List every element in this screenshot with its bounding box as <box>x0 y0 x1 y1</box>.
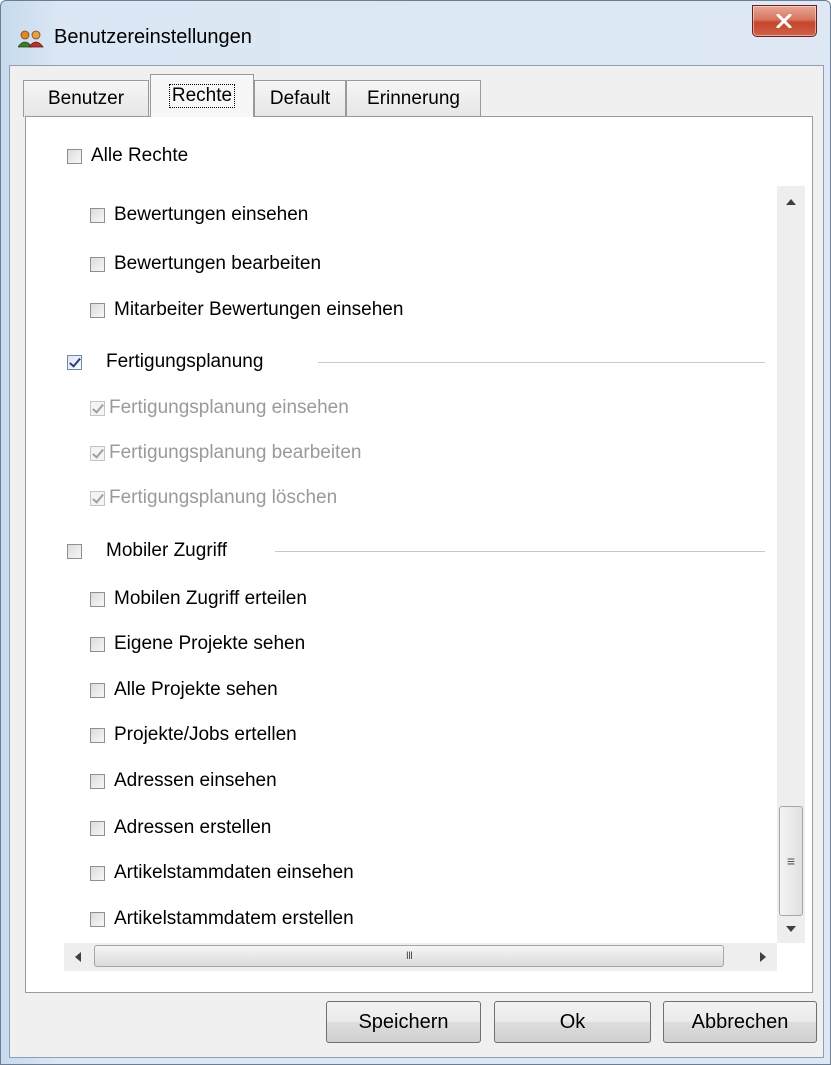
fertigungsplanung-group-checkbox[interactable]: Fertigungsplanung <box>67 348 263 376</box>
vertical-scrollbar[interactable]: ≡ <box>777 186 805 943</box>
checkbox-label: Artikelstammdatem erstellen <box>114 908 354 929</box>
tab-benutzer[interactable]: Benutzer <box>23 80 149 117</box>
all-rights-label: Alle Rechte <box>91 145 189 166</box>
bewertungen-einsehen-checkbox[interactable]: Bewertungen einsehen <box>90 201 308 229</box>
checkbox-label: Artikelstammdaten einsehen <box>114 862 354 883</box>
group-divider <box>275 551 765 552</box>
eigene-projekte-checkbox[interactable]: Eigene Projekte sehen <box>90 630 305 658</box>
group-label: Mobiler Zugriff <box>106 540 228 561</box>
checkbox-box <box>90 490 105 506</box>
tab-default[interactable]: Default <box>254 80 346 117</box>
thumb-grip: III <box>405 950 413 962</box>
checkbox-box[interactable] <box>67 354 82 370</box>
checkbox-box[interactable] <box>90 911 105 927</box>
tab-rechte[interactable]: Rechte <box>150 74 254 117</box>
cancel-button-label: Abbrechen <box>691 1010 789 1033</box>
checkbox-box <box>90 400 105 416</box>
mobilen-zugriff-erteilen-checkbox[interactable]: Mobilen Zugriff erteilen <box>90 585 307 613</box>
checkbox-box[interactable] <box>90 591 105 607</box>
fertigungsplanung-bearbeiten-checkbox: Fertigungsplanung bearbeiten <box>90 439 361 467</box>
fertigungsplanung-loeschen-checkbox: Fertigungsplanung löschen <box>90 484 337 512</box>
arrow-down-icon <box>786 926 796 932</box>
close-button[interactable] <box>752 5 817 37</box>
checkbox-label: Fertigungsplanung einsehen <box>109 397 349 418</box>
checkbox-label: Fertigungsplanung löschen <box>109 487 338 508</box>
checkbox-label: Adressen erstellen <box>114 817 272 838</box>
horizontal-scroll-thumb[interactable]: III <box>94 945 724 967</box>
users-icon <box>17 30 44 48</box>
checkbox-box[interactable] <box>67 148 82 164</box>
group-divider <box>318 362 765 363</box>
bewertungen-bearbeiten-checkbox[interactable]: Bewertungen bearbeiten <box>90 250 321 278</box>
checkbox-box[interactable] <box>90 302 105 318</box>
save-button[interactable]: Speichern <box>326 1001 481 1043</box>
all-rights-checkbox[interactable]: Alle Rechte <box>67 142 188 170</box>
checkbox-box[interactable] <box>90 820 105 836</box>
tab-rechte-label: Rechte <box>168 84 236 108</box>
cancel-button[interactable]: Abbrechen <box>663 1001 817 1043</box>
checkbox-box[interactable] <box>90 207 105 223</box>
thumb-grip: ≡ <box>786 853 796 869</box>
adressen-einsehen-checkbox[interactable]: Adressen einsehen <box>90 767 277 795</box>
tab-benutzer-label: Benutzer <box>47 88 125 109</box>
checkbox-box <box>90 445 105 461</box>
artikelstammdatem-erstellen-checkbox[interactable]: Artikelstammdatem erstellen <box>90 905 354 933</box>
checkbox-box[interactable] <box>90 636 105 652</box>
vertical-scroll-thumb[interactable]: ≡ <box>779 806 803 916</box>
checkbox-box[interactable] <box>90 865 105 881</box>
close-icon <box>776 14 792 28</box>
ok-button-label: Ok <box>559 1010 586 1033</box>
checkbox-box[interactable] <box>90 773 105 789</box>
checkbox-label: Mobilen Zugriff erteilen <box>114 588 307 609</box>
checkbox-label: Eigene Projekte sehen <box>114 633 306 654</box>
fertigungsplanung-einsehen-checkbox: Fertigungsplanung einsehen <box>90 394 349 422</box>
scroll-left-button[interactable] <box>64 943 92 971</box>
mobiler-zugriff-group-checkbox[interactable]: Mobiler Zugriff <box>67 537 227 565</box>
window-title: Benutzereinstellungen <box>54 26 252 48</box>
checkbox-label: Mitarbeiter Bewertungen einsehen <box>114 299 404 320</box>
checkbox-label: Fertigungsplanung bearbeiten <box>109 442 362 463</box>
checkbox-label: Alle Projekte sehen <box>114 679 278 700</box>
mitarbeiter-bewertungen-checkbox[interactable]: Mitarbeiter Bewertungen einsehen <box>90 296 403 324</box>
projekte-jobs-checkbox[interactable]: Projekte/Jobs ertellen <box>90 721 297 749</box>
tab-erinnerung-label: Erinnerung <box>367 88 460 109</box>
checkbox-box[interactable] <box>90 256 105 272</box>
checkbox-box[interactable] <box>90 682 105 698</box>
scroll-up-button[interactable] <box>777 188 805 216</box>
checkbox-label: Bewertungen einsehen <box>114 204 309 225</box>
checkbox-label: Bewertungen bearbeiten <box>114 253 322 274</box>
settings-dialog: Benutzereinstellungen Benutzer Rechte De… <box>0 0 831 1065</box>
tab-default-label: Default <box>269 88 331 109</box>
horizontal-scrollbar[interactable]: III <box>64 943 777 971</box>
checkbox-label: Projekte/Jobs ertellen <box>114 724 297 745</box>
ok-button[interactable]: Ok <box>494 1001 651 1043</box>
tab-erinnerung[interactable]: Erinnerung <box>346 80 481 117</box>
arrow-up-icon <box>786 199 796 205</box>
checkbox-box[interactable] <box>90 727 105 743</box>
scroll-down-button[interactable] <box>777 915 805 943</box>
checkbox-box[interactable] <box>67 543 82 559</box>
save-button-label: Speichern <box>358 1010 449 1033</box>
checkbox-label: Adressen einsehen <box>114 770 277 791</box>
alle-projekte-checkbox[interactable]: Alle Projekte sehen <box>90 676 278 704</box>
group-label: Fertigungsplanung <box>106 351 264 372</box>
adressen-erstellen-checkbox[interactable]: Adressen erstellen <box>90 814 271 842</box>
arrow-right-icon <box>760 952 766 962</box>
scroll-right-button[interactable] <box>749 943 777 971</box>
artikelstammdaten-einsehen-checkbox[interactable]: Artikelstammdaten einsehen <box>90 859 354 887</box>
arrow-left-icon <box>75 952 81 962</box>
title-bar[interactable]: Benutzereinstellungen <box>1 1 830 63</box>
